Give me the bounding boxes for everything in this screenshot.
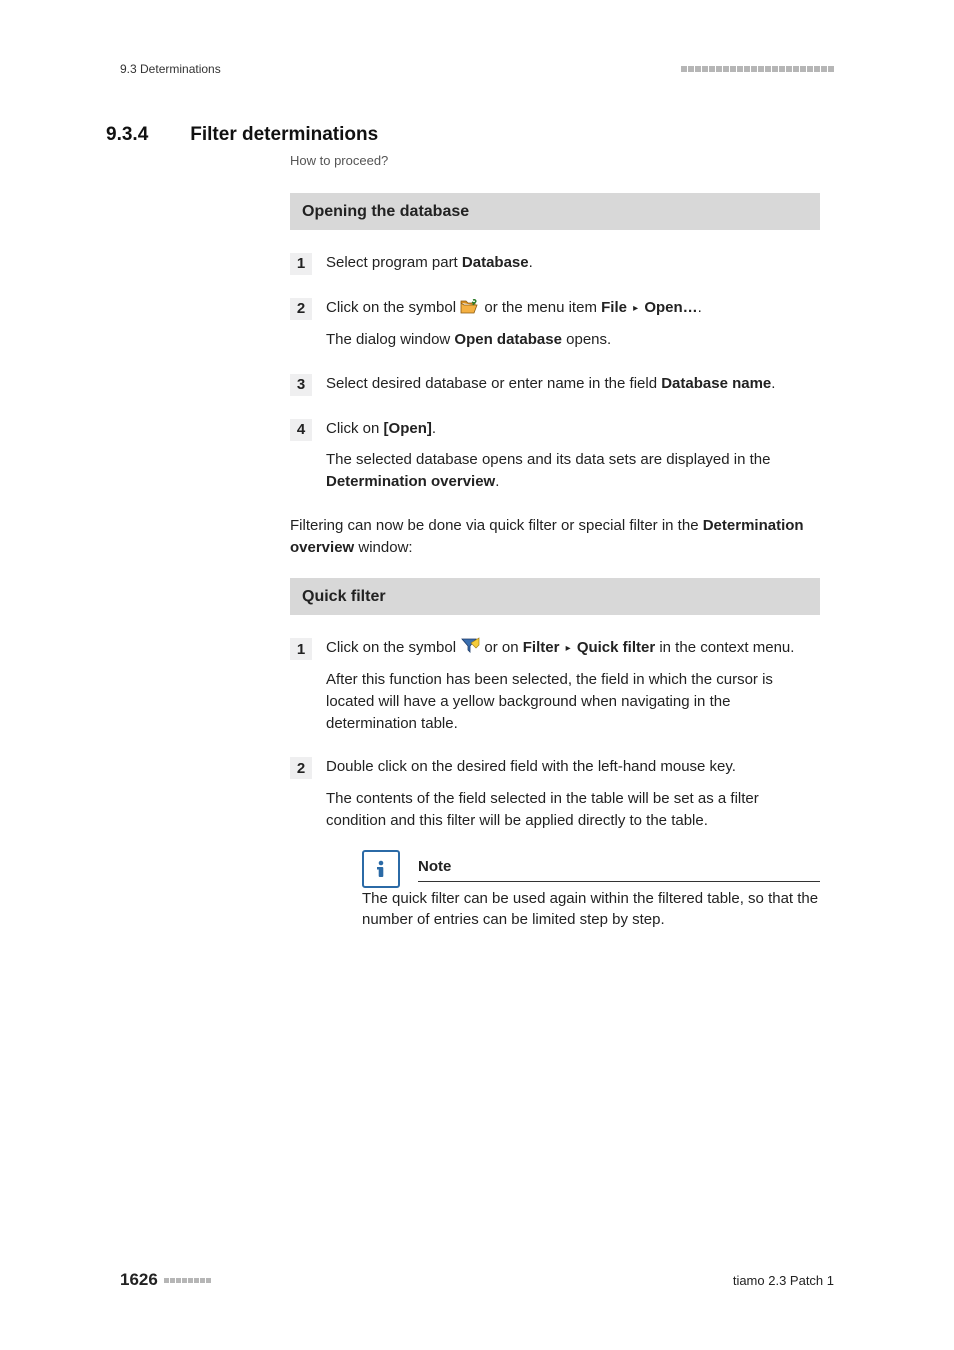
step-number: 2 (290, 757, 312, 779)
quick-filter-icon (460, 637, 480, 655)
numbered-step: 1 Click on the symbol or on Filter ▸ Quic… (290, 637, 820, 734)
section-title: Filter determinations (190, 124, 378, 146)
step-number: 1 (290, 638, 312, 660)
step-text: The selected database opens and its data… (326, 449, 820, 493)
page-footer: 1626 tiamo 2.3 Patch 1 (120, 1270, 834, 1290)
header-left: 9.3 Determinations (120, 62, 221, 76)
step-text: After this function has been selected, t… (326, 669, 820, 734)
note-body: The quick filter can be used again withi… (362, 888, 820, 932)
step-number: 2 (290, 298, 312, 320)
step-number: 3 (290, 374, 312, 396)
step-text: Click on the symbol or on Filter ▸ Quick… (326, 637, 820, 659)
page-number: 1626 (120, 1270, 158, 1290)
step-text: Click on the symbol or the menu item Fil… (326, 297, 820, 319)
step-text: Double click on the desired field with t… (326, 756, 820, 778)
step-text: The dialog window Open database opens. (326, 329, 820, 351)
numbered-step: 2 Click on the symbol or the menu item Fi… (290, 297, 820, 351)
step-text: Select desired database or enter name in… (326, 373, 820, 395)
step-number: 1 (290, 253, 312, 275)
step-text: Select program part Database. (326, 252, 820, 274)
how-to-proceed: How to proceed? (290, 152, 820, 171)
numbered-step: 2 Double click on the desired field with … (290, 756, 820, 931)
menu-arrow-icon: ▸ (566, 643, 571, 654)
running-header: 9.3 Determinations (120, 62, 834, 76)
info-icon (362, 850, 400, 888)
section-number: 9.3.4 (106, 124, 148, 146)
menu-arrow-icon: ▸ (633, 303, 638, 314)
footer-ornament (164, 1278, 211, 1283)
transition-paragraph: Filtering can now be done via quick filt… (290, 515, 820, 559)
note-box: Note The quick filter can be used again w… (362, 850, 820, 932)
open-folder-icon (460, 299, 480, 315)
page-number-group: 1626 (120, 1270, 211, 1290)
numbered-step: 4 Click on [Open]. The selected database o… (290, 418, 820, 493)
section-heading: 9.3.4 Filter determinations (106, 124, 834, 146)
note-title: Note (418, 856, 820, 882)
opening-database-title: Opening the database (290, 193, 820, 230)
product-name: tiamo 2.3 Patch 1 (733, 1273, 834, 1288)
step-number: 4 (290, 419, 312, 441)
quick-filter-title: Quick filter (290, 578, 820, 615)
step-text: The contents of the field selected in th… (326, 788, 820, 832)
step-text: Click on [Open]. (326, 418, 820, 440)
numbered-step: 1 Select program part Database. (290, 252, 820, 275)
header-ornament (681, 66, 834, 72)
numbered-step: 3 Select desired database or enter name i… (290, 373, 820, 396)
